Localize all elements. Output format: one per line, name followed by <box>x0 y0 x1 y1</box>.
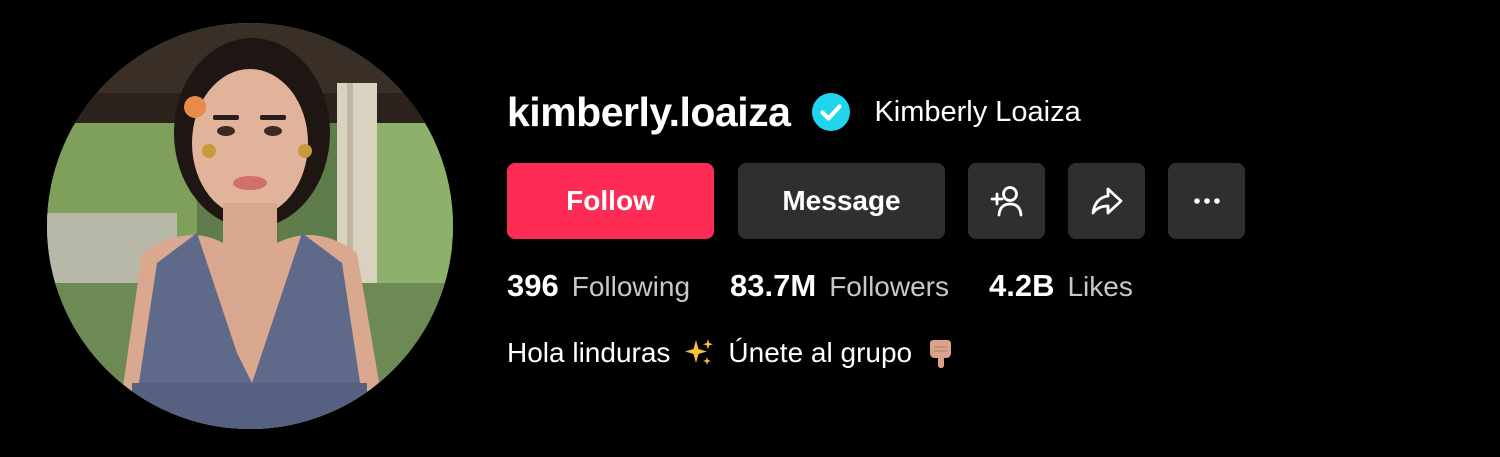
message-button[interactable]: Message <box>738 163 945 239</box>
followers-label: Followers <box>829 271 949 302</box>
more-button[interactable] <box>1168 163 1245 239</box>
action-buttons: Follow Message <box>507 163 1245 239</box>
bio-text-1: Hola linduras <box>507 337 671 368</box>
pointing-down-emoji-icon <box>925 337 957 369</box>
following-label: Following <box>571 271 691 302</box>
avatar-image <box>47 23 453 429</box>
profile-avatar[interactable] <box>47 23 453 429</box>
profile-header: kimberly.loaiza Kimberly Loaiza Follow M… <box>0 0 1500 457</box>
share-icon <box>1091 187 1122 215</box>
following-count: 396 <box>507 268 559 303</box>
stat-following[interactable]: 396 Following <box>507 268 690 304</box>
likes-label: Likes <box>1067 271 1133 302</box>
stat-likes: 4.2B Likes <box>989 268 1133 304</box>
stat-followers[interactable]: 83.7M Followers <box>730 268 949 304</box>
display-name: Kimberly Loaiza <box>874 95 1081 128</box>
add-user-icon <box>990 186 1022 217</box>
followers-count: 83.7M <box>730 268 817 303</box>
bio: Hola linduras Únete al grupo <box>507 333 970 373</box>
sparkles-emoji-icon <box>683 337 715 369</box>
username: kimberly.loaiza <box>507 88 791 135</box>
bio-text-2: Únete al grupo <box>728 337 913 368</box>
profile-stats: 396 Following 83.7M Followers 4.2B Likes <box>507 266 1173 306</box>
more-icon <box>1193 198 1220 204</box>
verified-badge-icon <box>812 93 851 131</box>
share-button[interactable] <box>1068 163 1145 239</box>
likes-count: 4.2B <box>989 268 1055 303</box>
follow-button[interactable]: Follow <box>507 163 714 239</box>
add-friend-button[interactable] <box>968 163 1045 239</box>
name-row: kimberly.loaiza Kimberly Loaiza <box>507 84 1081 140</box>
